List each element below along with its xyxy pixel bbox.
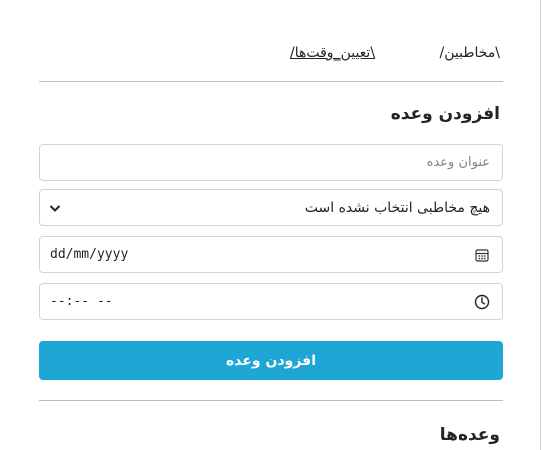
breadcrumb: \مخاطبین/ \تعیین_وقت‌ها/ (290, 42, 500, 64)
date-value: dd/mm/yyyy (50, 247, 129, 262)
appointment-title-field[interactable] (39, 144, 503, 181)
add-appointment-button[interactable]: افزودن وعده (39, 341, 503, 380)
appointments-heading: وعده‌ها (439, 425, 500, 445)
appointment-title-input[interactable] (40, 145, 502, 180)
time-field[interactable]: --:-- -- (39, 283, 503, 320)
chevron-down-icon (49, 204, 61, 212)
time-value: --:-- -- (50, 294, 113, 309)
contact-select-value: هیچ مخاطبی انتخاب نشده است (304, 199, 490, 216)
divider-bottom (39, 400, 503, 401)
clock-icon[interactable] (474, 294, 490, 310)
page: \مخاطبین/ \تعیین_وقت‌ها/ افزودن وعده هیچ… (0, 0, 541, 450)
breadcrumb-contacts-link[interactable]: \مخاطبین/ (440, 45, 500, 61)
calendar-icon[interactable] (474, 247, 490, 263)
divider-top (39, 81, 503, 82)
add-appointment-heading: افزودن وعده (390, 104, 500, 124)
contact-select[interactable]: هیچ مخاطبی انتخاب نشده است (39, 189, 503, 226)
date-field[interactable]: dd/mm/yyyy (39, 236, 503, 273)
breadcrumb-appointments-link[interactable]: \تعیین_وقت‌ها/ (290, 45, 375, 61)
